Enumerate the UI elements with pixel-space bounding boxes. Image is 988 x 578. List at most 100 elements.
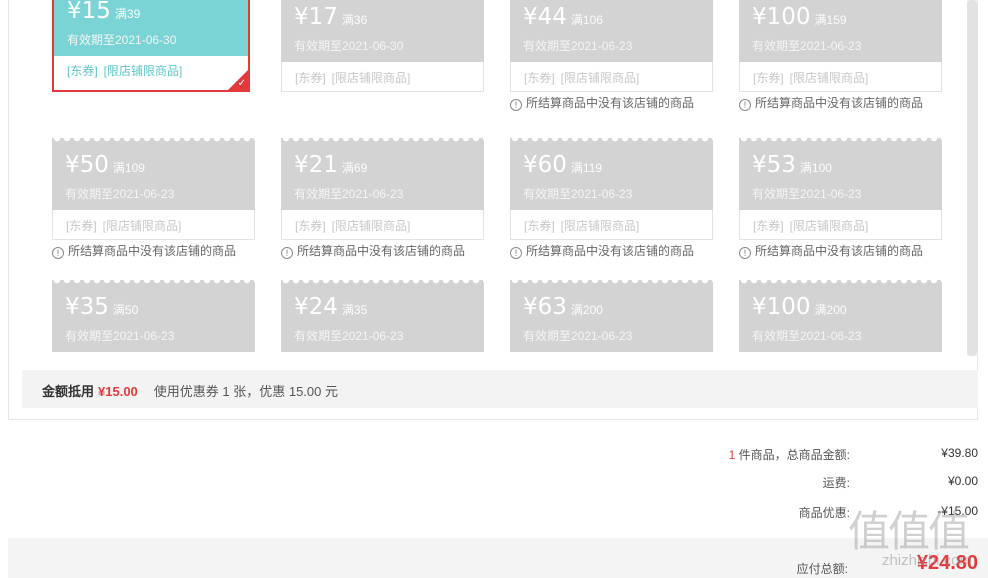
- coupon-validity: 有效期至2021-06-23: [752, 39, 862, 53]
- coupon-validity: 有效期至2021-06-23: [65, 329, 175, 343]
- coupon-tag-type: [东券]: [753, 219, 784, 233]
- coupon-card[interactable]: ¥21 满69 有效期至2021-06-23 [东券] [限店铺限商品]! 所结算商品中没…: [281, 138, 484, 259]
- coupon-tag-type: [东券]: [295, 219, 326, 233]
- coupon-amount: ¥44: [523, 4, 567, 30]
- items-value: ¥39.80: [941, 446, 978, 460]
- shipping-label: 运费:: [822, 476, 850, 490]
- coupon-tag-type: [东券]: [753, 71, 784, 85]
- coupon-validity: 有效期至2021-06-23: [65, 187, 175, 201]
- coupon-card[interactable]: ¥24 满35 有效期至2021-06-23: [281, 280, 484, 352]
- coupon-validity: 有效期至2021-06-23: [752, 187, 862, 201]
- coupon-tags: [东券] [限店铺限商品]: [739, 210, 942, 240]
- coupon-tag-scope: [限店铺限商品]: [103, 64, 183, 78]
- coupon-warning-text: 所结算商品中没有该店铺的商品: [526, 96, 695, 110]
- coupon-card[interactable]: ¥44 满106 有效期至2021-06-23 [东券] [限店铺限商品]! 所结算商品中…: [510, 0, 713, 111]
- coupon-amount: ¥21: [294, 152, 338, 178]
- coupon-summary-bar: 金额抵用 ¥15.00 使用优惠券 1 张，优惠 15.00 元: [22, 370, 978, 408]
- coupon-tags: [东券] [限店铺限商品]: [510, 62, 713, 92]
- info-icon: !: [739, 247, 751, 259]
- coupon-warning-text: 所结算商品中没有该店铺的商品: [755, 244, 924, 258]
- info-icon: !: [281, 247, 293, 259]
- coupon-amount-line: ¥63 满200: [523, 294, 713, 320]
- coupon-tag-type: [东券]: [66, 219, 97, 233]
- coupon-condition: 满35: [341, 303, 368, 317]
- coupon-face: ¥100 满200 有效期至2021-06-23: [739, 280, 942, 352]
- coupon-tag-scope: [限店铺限商品]: [789, 219, 869, 233]
- coupon-tags: [东券] [限店铺限商品]: [281, 210, 484, 240]
- coupon-tag-scope: [限店铺限商品]: [789, 71, 869, 85]
- coupon-validity: 有效期至2021-06-30: [67, 33, 177, 47]
- coupon-tags: [东券] [限店铺限商品]: [52, 210, 255, 240]
- coupon-card[interactable]: ¥100 满200 有效期至2021-06-23: [739, 280, 942, 352]
- watermark-logo: 值值值: [847, 507, 970, 556]
- coupon-card[interactable]: ¥50 满109 有效期至2021-06-23 [东券] [限店铺限商品]! 所结算商品中…: [52, 138, 255, 259]
- coupon-card[interactable]: ¥63 满200 有效期至2021-06-23: [510, 280, 713, 352]
- coupon-condition: 满200: [570, 303, 603, 317]
- coupon-tag-type: [东券]: [67, 64, 98, 78]
- coupon-condition: 满69: [341, 161, 368, 175]
- coupon-validity: 有效期至2021-06-23: [523, 187, 633, 201]
- info-icon: !: [510, 99, 522, 111]
- items-label: 件商品，总商品金额:: [738, 448, 850, 462]
- coupon-condition: 满119: [570, 161, 603, 175]
- coupon-tag-scope: [限店铺限商品]: [102, 219, 182, 233]
- summary-amount: ¥15.00: [98, 384, 138, 399]
- summary-label: 金额抵用: [42, 384, 95, 399]
- coupon-warning-text: 所结算商品中没有该店铺的商品: [68, 244, 237, 258]
- watermark-text: zhizhizhi.com: [881, 552, 972, 569]
- coupon-amount-line: ¥35 满50: [65, 294, 255, 320]
- coupon-face: ¥60 满119 有效期至2021-06-23: [510, 138, 713, 210]
- coupon-validity: 有效期至2021-06-23: [752, 329, 862, 343]
- coupon-amount-line: ¥53 满100: [752, 152, 942, 178]
- coupon-amount-line: ¥60 满119: [523, 152, 713, 178]
- coupon-face: ¥15 满39 有效期至2021-06-30: [54, 0, 248, 56]
- coupon-warning: ! 所结算商品中没有该店铺的商品: [510, 242, 713, 259]
- coupon-card[interactable]: ¥17 满36 有效期至2021-06-30 [东券] [限店铺限商品]: [281, 0, 484, 92]
- coupon-face: ¥21 满69 有效期至2021-06-23: [281, 138, 484, 210]
- coupon-tag-scope: [限店铺限商品]: [560, 71, 640, 85]
- coupon-condition: 满159: [814, 13, 847, 27]
- coupon-amount-line: ¥100 满200: [752, 294, 942, 320]
- coupon-tag-scope: [限店铺限商品]: [331, 71, 411, 85]
- coupon-amount-line: ¥44 满106: [523, 4, 713, 30]
- shipping-value: ¥0.00: [947, 474, 978, 488]
- coupon-warning: ! 所结算商品中没有该店铺的商品: [281, 242, 484, 259]
- coupon-tags: [东券] [限店铺限商品]: [510, 210, 713, 240]
- coupon-warning: ! 所结算商品中没有该店铺的商品: [739, 242, 942, 259]
- coupon-validity: 有效期至2021-06-23: [294, 187, 404, 201]
- total-items-row: 1 件商品，总商品金额: ¥39.80: [578, 446, 978, 466]
- coupon-amount: ¥17: [294, 4, 338, 30]
- coupon-warning-text: 所结算商品中没有该店铺的商品: [755, 96, 924, 110]
- coupon-face: ¥63 满200 有效期至2021-06-23: [510, 280, 713, 352]
- coupon-amount: ¥100: [752, 4, 811, 30]
- coupon-warning-text: 所结算商品中没有该店铺的商品: [297, 244, 466, 258]
- coupon-tag-type: [东券]: [295, 71, 326, 85]
- coupon-card[interactable]: ¥15 满39 有效期至2021-06-30 [东券] [限店铺限商品] ✓: [52, 0, 250, 92]
- coupon-condition: 满200: [814, 303, 847, 317]
- coupon-face: ¥44 满106 有效期至2021-06-23: [510, 0, 713, 62]
- coupon-amount: ¥50: [65, 152, 109, 178]
- site-watermark: 值值值 zhizhizhi.com: [840, 492, 980, 574]
- coupon-warning: ! 所结算商品中没有该店铺的商品: [739, 94, 942, 111]
- coupon-scrollbar-thumb[interactable]: [967, 0, 977, 356]
- coupon-amount-line: ¥17 满36: [294, 4, 484, 30]
- coupon-condition: 满100: [799, 161, 832, 175]
- coupon-validity: 有效期至2021-06-23: [523, 329, 633, 343]
- coupon-card[interactable]: ¥35 满50 有效期至2021-06-23: [52, 280, 255, 352]
- coupon-amount-line: ¥100 满159: [752, 4, 942, 30]
- coupon-condition: 满106: [570, 13, 603, 27]
- item-count: 1: [728, 448, 736, 462]
- coupon-tags: [东券] [限店铺限商品]: [54, 56, 248, 90]
- coupon-face: ¥50 满109 有效期至2021-06-23: [52, 138, 255, 210]
- coupon-tag-scope: [限店铺限商品]: [331, 219, 411, 233]
- coupon-tag-type: [东券]: [524, 71, 555, 85]
- coupon-card[interactable]: ¥100 满159 有效期至2021-06-23 [东券] [限店铺限商品] ! 所结算商品…: [739, 0, 942, 111]
- coupon-amount: ¥63: [523, 294, 567, 320]
- coupon-amount: ¥15: [67, 0, 111, 24]
- info-icon: !: [52, 247, 64, 259]
- coupon-amount-line: ¥15 满39: [67, 0, 248, 24]
- coupon-tags: [东券] [限店铺限商品]: [281, 62, 484, 92]
- coupon-validity: 有效期至2021-06-23: [523, 39, 633, 53]
- coupon-card[interactable]: ¥53 满100 有效期至2021-06-23 [东券] [限店铺限商品]! 所结算商品中…: [739, 138, 942, 259]
- coupon-card[interactable]: ¥60 满119 有效期至2021-06-23 [东券] [限店铺限商品] ! 所结算商品中…: [510, 138, 713, 259]
